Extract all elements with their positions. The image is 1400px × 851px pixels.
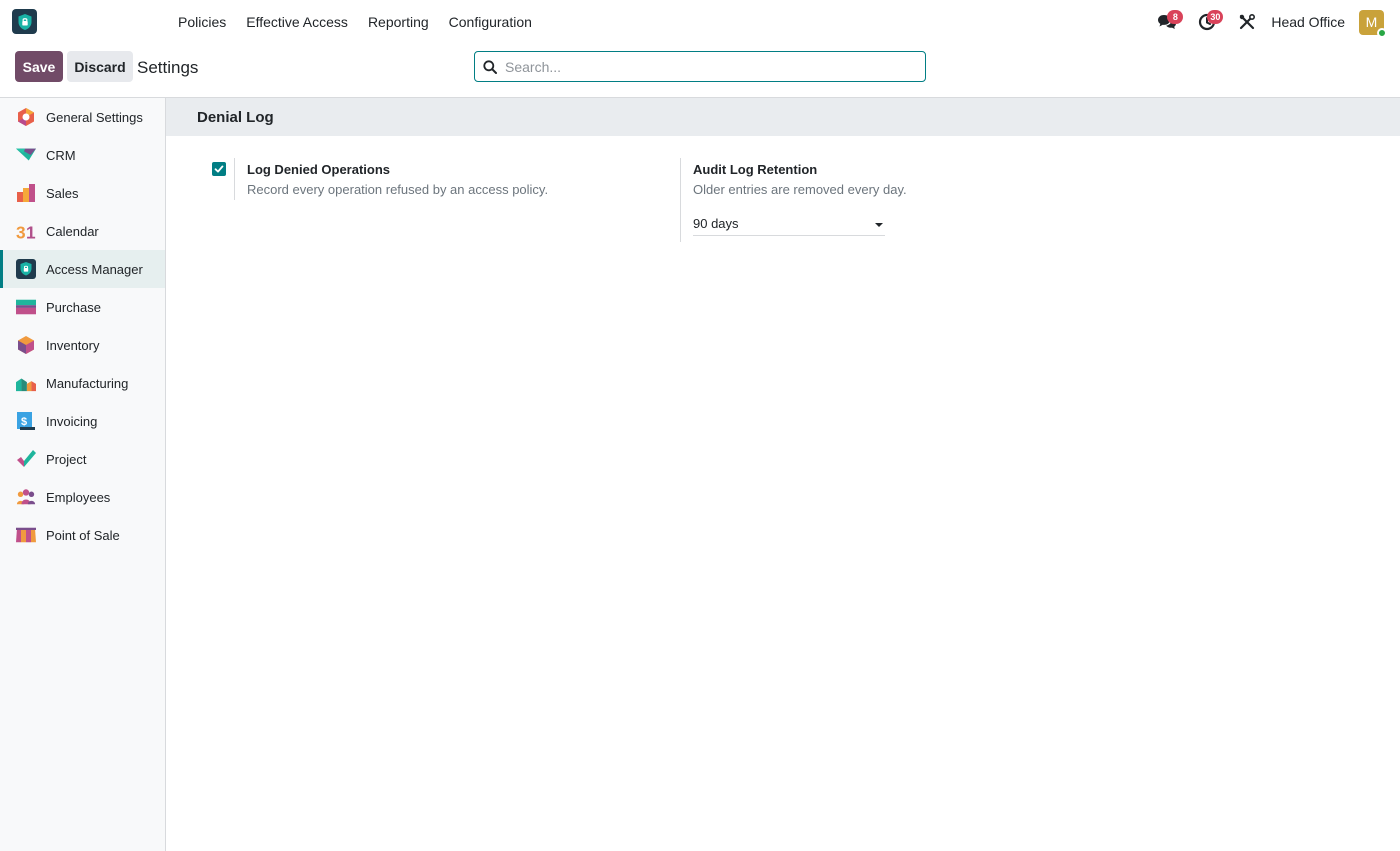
sidebar-item-label: Calendar: [46, 223, 99, 239]
retention-select[interactable]: 90 days: [693, 216, 885, 236]
manufacturing-icon: [16, 373, 36, 393]
messages-button[interactable]: 8: [1147, 0, 1187, 44]
log-denied-checkbox[interactable]: [212, 162, 226, 176]
sidebar-item-label: Point of Sale: [46, 527, 120, 543]
activities-button[interactable]: 30: [1187, 0, 1227, 44]
retention-description: Older entries are removed every day.: [693, 182, 907, 197]
access-manager-icon: [16, 259, 36, 279]
top-navbar: Policies Effective Access Reporting Conf…: [0, 0, 1400, 44]
invoicing-icon: $: [16, 411, 36, 431]
section-header: Denial Log: [166, 98, 1400, 136]
general-settings-icon: [16, 107, 36, 127]
sidebar-item-manufacturing[interactable]: Manufacturing: [0, 364, 165, 402]
sidebar-item-label: Project: [46, 451, 87, 467]
section-title: Denial Log: [197, 109, 274, 126]
point-of-sale-icon: [16, 525, 36, 545]
sidebar-item-general-settings[interactable]: General Settings: [0, 98, 165, 136]
sidebar-item-label: Sales: [46, 185, 79, 201]
svg-text:$: $: [21, 416, 27, 428]
log-denied-setting: Log Denied Operations Record every opera…: [208, 158, 648, 200]
sidebar-item-sales[interactable]: Sales: [0, 174, 165, 212]
top-menu: Policies Effective Access Reporting Conf…: [168, 0, 542, 44]
menu-policies[interactable]: Policies: [168, 0, 236, 44]
activities-badge: 30: [1207, 10, 1224, 24]
menu-reporting[interactable]: Reporting: [358, 0, 439, 44]
caret-down-icon: [875, 223, 883, 227]
retention-value: 90 days: [693, 216, 739, 231]
sales-icon: [16, 183, 36, 203]
project-icon: [16, 449, 36, 469]
log-denied-description: Record every operation refused by an acc…: [247, 182, 549, 197]
search-box[interactable]: [474, 51, 926, 82]
sidebar-item-access-manager[interactable]: Access Manager: [0, 250, 165, 288]
user-avatar[interactable]: M: [1359, 9, 1387, 38]
sidebar-item-label: Invoicing: [46, 413, 98, 429]
setting-divider: [234, 158, 235, 200]
sidebar-item-crm[interactable]: CRM: [0, 136, 165, 174]
menu-configuration[interactable]: Configuration: [439, 0, 542, 44]
search-icon: [475, 59, 505, 74]
save-button[interactable]: Save: [15, 51, 63, 82]
checkmark-icon: [214, 165, 224, 173]
sidebar-item-label: Access Manager: [46, 261, 143, 277]
navbar-systray: 8 30 Head Office M: [1147, 0, 1387, 44]
app-logo-icon[interactable]: [12, 9, 37, 34]
search-input[interactable]: [505, 52, 925, 81]
crm-icon: [16, 145, 36, 165]
sidebar-item-label: General Settings: [46, 109, 143, 125]
sidebar-item-project[interactable]: Project: [0, 440, 165, 478]
svg-text:1: 1: [26, 222, 36, 241]
employees-icon: [16, 487, 36, 507]
sidebar-item-label: Purchase: [46, 299, 101, 315]
control-panel: Save Discard Settings: [0, 44, 1400, 98]
sidebar-item-label: Employees: [46, 489, 111, 505]
sidebar-item-calendar[interactable]: 3 1 Calendar: [0, 212, 165, 250]
sidebar-item-inventory[interactable]: Inventory: [0, 326, 165, 364]
inventory-icon: [16, 335, 36, 355]
company-switcher[interactable]: Head Office: [1271, 14, 1345, 30]
messages-badge: 8: [1167, 10, 1184, 24]
log-denied-label: Log Denied Operations: [247, 162, 391, 177]
online-status-icon: [1377, 27, 1387, 38]
sidebar-item-label: Manufacturing: [46, 375, 129, 391]
menu-effective-access[interactable]: Effective Access: [236, 0, 358, 44]
setting-divider: [680, 158, 681, 242]
sidebar-item-purchase[interactable]: Purchase: [0, 288, 165, 326]
retention-label: Audit Log Retention: [693, 162, 818, 177]
settings-sidebar: General Settings CRM Sales 3 1 Calendar …: [0, 98, 166, 851]
calendar-icon: 3 1: [16, 221, 36, 241]
svg-text:3: 3: [16, 222, 26, 241]
sidebar-item-invoicing[interactable]: $ Invoicing: [0, 402, 165, 440]
sidebar-item-point-of-sale[interactable]: Point of Sale: [0, 516, 165, 554]
purchase-icon: [16, 297, 36, 317]
debug-tools-button[interactable]: [1227, 0, 1267, 44]
retention-setting: Audit Log Retention Older entries are re…: [680, 158, 1120, 242]
sidebar-item-label: Inventory: [46, 337, 100, 353]
sidebar-item-label: CRM: [46, 147, 76, 163]
tools-icon: [1240, 14, 1256, 30]
avatar-initial: M: [1365, 14, 1378, 30]
discard-button[interactable]: Discard: [67, 51, 133, 82]
page-title: Settings: [137, 58, 199, 77]
sidebar-item-employees[interactable]: Employees: [0, 478, 165, 516]
